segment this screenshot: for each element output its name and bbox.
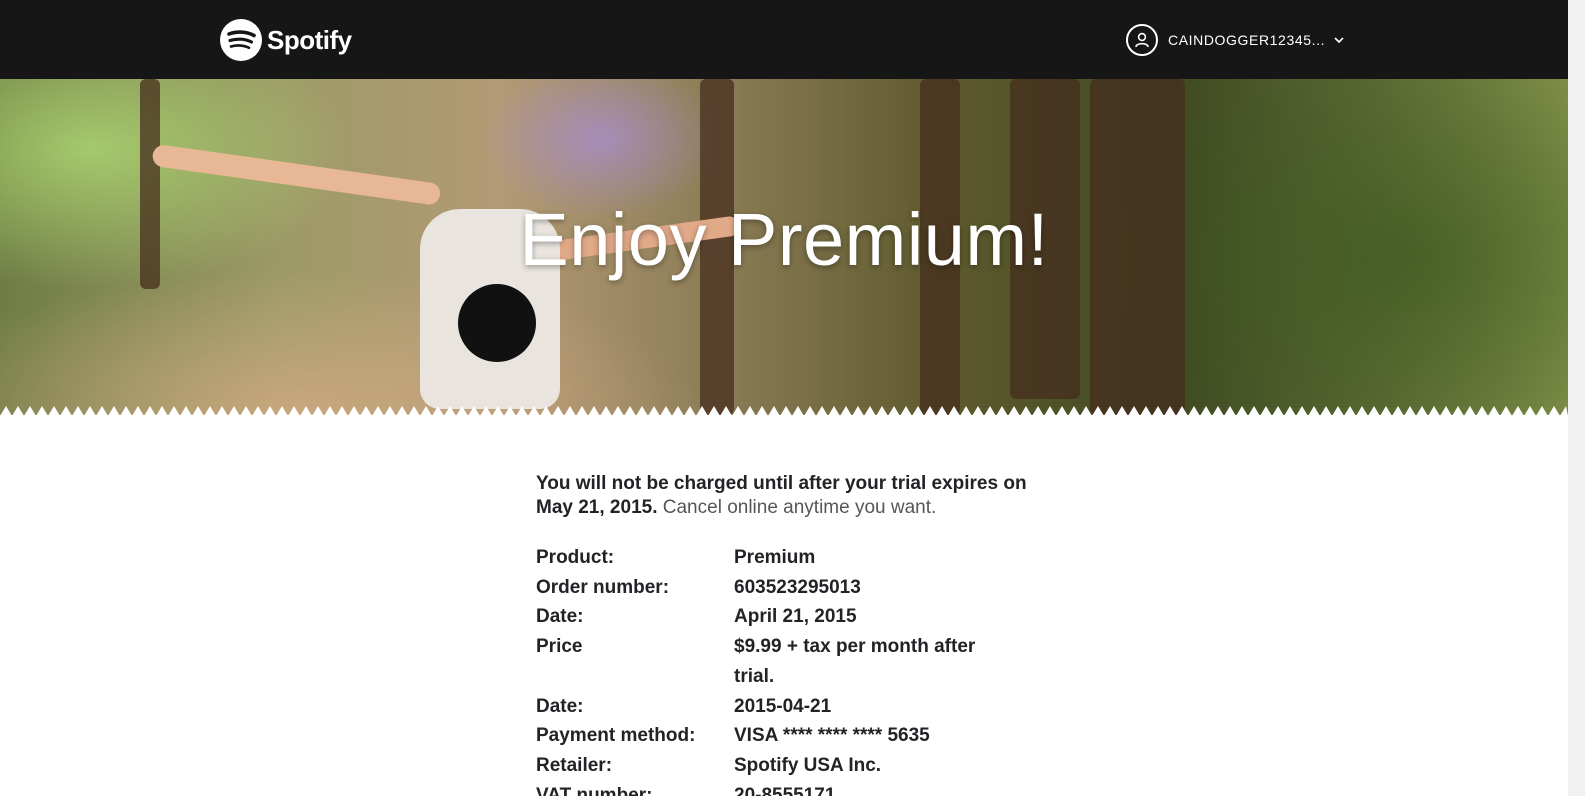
- detail-row: VAT number: 20-8555171: [536, 781, 1056, 796]
- account-menu[interactable]: CAINDOGGER12345...: [1126, 21, 1345, 59]
- detail-value: April 21, 2015: [734, 606, 857, 628]
- detail-label: VAT number:: [536, 784, 653, 796]
- detail-label: Product:: [536, 547, 615, 568]
- detail-row: Order number: 603523295013: [536, 573, 1056, 603]
- detail-value: 20-8555171: [734, 784, 836, 796]
- hero-banner: Enjoy Premium!: [0, 79, 1568, 415]
- spotify-logo-icon: [220, 19, 262, 61]
- logo-wordmark: Spotify: [267, 24, 352, 55]
- hero-title: Enjoy Premium!: [519, 198, 1049, 281]
- user-icon: [1126, 24, 1158, 56]
- order-confirmation: You will not be charged until after your…: [536, 472, 1056, 796]
- detail-row: Date: 2015-04-21: [536, 692, 1056, 722]
- detail-label: Date:: [536, 695, 584, 717]
- page-scrollbar[interactable]: [1568, 0, 1585, 796]
- detail-label: Retailer:: [536, 754, 613, 776]
- page: Spotify CAINDOGGER12345... Enjoy Premium: [0, 0, 1568, 796]
- detail-row: Retailer: Spotify USA Inc.: [536, 751, 1056, 781]
- detail-value: $9.99 + tax per month after trial.: [734, 636, 976, 687]
- detail-label: Date:: [536, 606, 584, 628]
- detail-value: 603523295013: [734, 576, 861, 598]
- spotify-logo[interactable]: Spotify: [220, 19, 352, 61]
- account-username: CAINDOGGER12345...: [1168, 32, 1326, 48]
- detail-label: Price: [536, 636, 583, 658]
- chevron-down-icon: [1334, 37, 1344, 44]
- top-nav-bar: Spotify CAINDOGGER12345...: [0, 0, 1568, 79]
- order-details: Product: Premium Order number: 603523295…: [536, 543, 1056, 796]
- detail-row: Date: April 21, 2015: [536, 602, 1056, 632]
- trial-notice: You will not be charged until after your…: [536, 472, 1056, 520]
- cancel-notice: Cancel online anytime you want.: [662, 497, 937, 518]
- detail-value: 2015-04-21: [734, 695, 832, 717]
- detail-row: Price $9.99 + tax per month after trial.: [536, 632, 1056, 691]
- detail-label: Order number:: [536, 576, 670, 598]
- detail-value: Premium: [734, 547, 816, 568]
- shirt-dot: [458, 284, 536, 362]
- detail-label: Payment method:: [536, 725, 696, 747]
- detail-row: Payment method: VISA **** **** **** 5635: [536, 721, 1056, 751]
- detail-row: Product: Premium: [536, 543, 1056, 573]
- detail-value: Spotify USA Inc.: [734, 754, 882, 776]
- detail-value: VISA **** **** **** 5635: [734, 725, 930, 747]
- zigzag-divider: [0, 406, 1568, 416]
